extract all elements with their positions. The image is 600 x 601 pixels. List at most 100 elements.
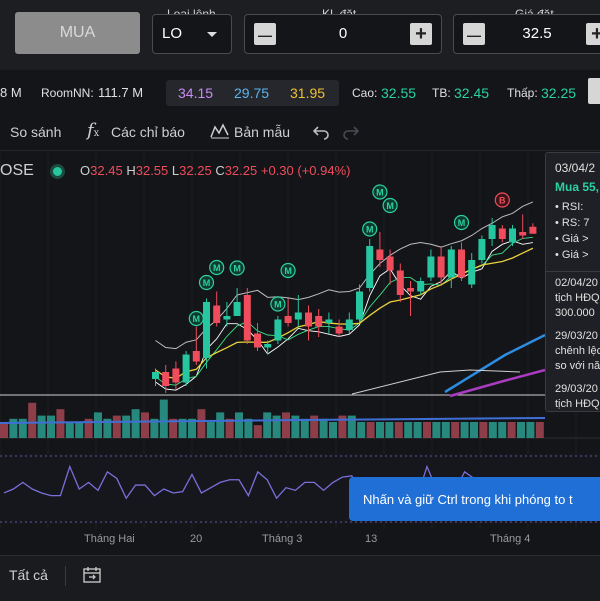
volume-bar: [394, 422, 403, 438]
volume-bar: [291, 415, 300, 438]
price-stepper[interactable]: — 32.5 +: [453, 14, 600, 54]
candle-body: [437, 256, 445, 278]
chevron-down-icon: [207, 32, 217, 37]
tooltip-bullet: • Giá >: [555, 233, 589, 245]
tooltip-bullet: • Giá >: [555, 249, 589, 261]
volume-bar: [47, 415, 55, 438]
order-bar: MUA Loại lệnh LO KL đặt — 0 + Giá đặt — …: [0, 0, 600, 70]
volume-bar: [159, 399, 168, 438]
candle-body: [305, 312, 312, 327]
volume-bar: [56, 409, 65, 438]
tooltip-date: 03/04/2: [555, 161, 596, 175]
reference-price: 31.95: [290, 85, 326, 101]
volume-bar: [206, 422, 215, 438]
candle-body: [152, 372, 159, 379]
volume-bar: [9, 418, 18, 438]
close-value: 32.25: [224, 163, 258, 178]
qty-value: 0: [338, 25, 348, 42]
function-icon[interactable]: fx: [87, 120, 99, 141]
volume-bar: [272, 415, 281, 438]
trend-line: [449, 368, 546, 398]
note-date: 29/03/20: [555, 330, 598, 342]
tooltip-signal: Mua 55,: [555, 180, 600, 194]
volume-bar: [122, 415, 131, 438]
redo-icon[interactable]: [342, 124, 360, 140]
open-value: 32.45: [90, 163, 123, 178]
calendar-icon[interactable]: [82, 566, 102, 584]
volume-bar: [441, 422, 450, 438]
volume-bar: [470, 422, 478, 438]
floor-price: 29.75: [234, 85, 270, 101]
volume-bar: [75, 422, 84, 438]
volume-bar: [498, 422, 507, 438]
live-status-dot: [53, 167, 63, 177]
candle-body: [315, 316, 323, 327]
volume-bar: [94, 412, 102, 438]
candle-body: [192, 351, 200, 362]
candle-body: [356, 291, 363, 320]
volume-bar: [197, 409, 206, 438]
open-label: O: [80, 163, 91, 178]
high-value: 32.55: [381, 85, 417, 101]
volume-bar: [141, 412, 149, 438]
templates-icon[interactable]: [210, 123, 230, 139]
candle-body: [264, 344, 272, 348]
indicators-button[interactable]: Các chỉ báo: [111, 124, 185, 140]
qty-minus-button[interactable]: —: [254, 23, 276, 45]
price-value: 32.5: [522, 25, 552, 42]
candle-body: [274, 319, 282, 341]
low-value: 32.25: [541, 85, 577, 101]
high-label: Cao:: [352, 86, 378, 100]
candle-body: [162, 372, 170, 386]
price-plus-button[interactable]: +: [586, 23, 600, 45]
qty-stepper[interactable]: — 0 +: [244, 14, 442, 54]
volume-bar: [479, 422, 488, 438]
templates-button[interactable]: Bản mẫu: [234, 124, 290, 140]
candle-body: [519, 232, 527, 236]
note-text: tịch HĐQ: [555, 292, 600, 304]
low-label: Thấp:: [507, 86, 538, 100]
volume-bar: [526, 422, 535, 438]
buy-signal-label: M: [284, 266, 292, 276]
volume-bar: [432, 422, 441, 438]
qty-plus-button[interactable]: +: [410, 23, 432, 45]
volume-bar: [423, 422, 431, 438]
show-all-button[interactable]: Tất cả: [9, 567, 48, 583]
ceiling-price: 34.15: [178, 85, 214, 101]
plus-icon: +: [591, 23, 600, 45]
candle-body: [233, 302, 241, 316]
candle-body: [294, 312, 302, 320]
undo-icon[interactable]: [312, 124, 330, 140]
divider: [65, 566, 66, 586]
price-minus-button[interactable]: —: [463, 23, 485, 45]
candle-body: [376, 249, 384, 260]
buy-button[interactable]: MUA: [15, 12, 140, 54]
volume-bar: [112, 415, 121, 438]
candle-body: [427, 256, 435, 278]
expand-button[interactable]: [588, 78, 600, 104]
candle-body: [335, 326, 343, 334]
volume-bar: [329, 422, 337, 438]
candle-body: [417, 281, 425, 292]
volume-bar: [131, 409, 140, 438]
candle-body: [407, 288, 414, 292]
low-value-ohlc: 32.25: [179, 163, 212, 178]
volume-bar: [413, 422, 422, 438]
order-type-select[interactable]: LO: [152, 14, 232, 54]
signal-tooltip: 03/04/2 Mua 55, • RSI: • RS: 7 • Giá > •…: [545, 152, 600, 412]
compare-button[interactable]: So sánh: [10, 124, 61, 140]
candle-body: [529, 226, 537, 234]
candle-body: [447, 249, 455, 278]
note-text: 300.000: [555, 307, 595, 319]
candle-body: [223, 316, 231, 320]
room-value: 111.7 M: [98, 85, 144, 100]
volume-bar: [18, 418, 27, 438]
candle-body: [325, 319, 333, 323]
candle-body: [366, 246, 374, 288]
close-label: C: [215, 163, 225, 178]
candle-body: [509, 228, 516, 243]
avg-value: 32.45: [454, 85, 490, 101]
note-date: 02/04/20: [555, 277, 598, 289]
volume-bar: [65, 422, 74, 438]
volume-bar: [0, 422, 8, 438]
